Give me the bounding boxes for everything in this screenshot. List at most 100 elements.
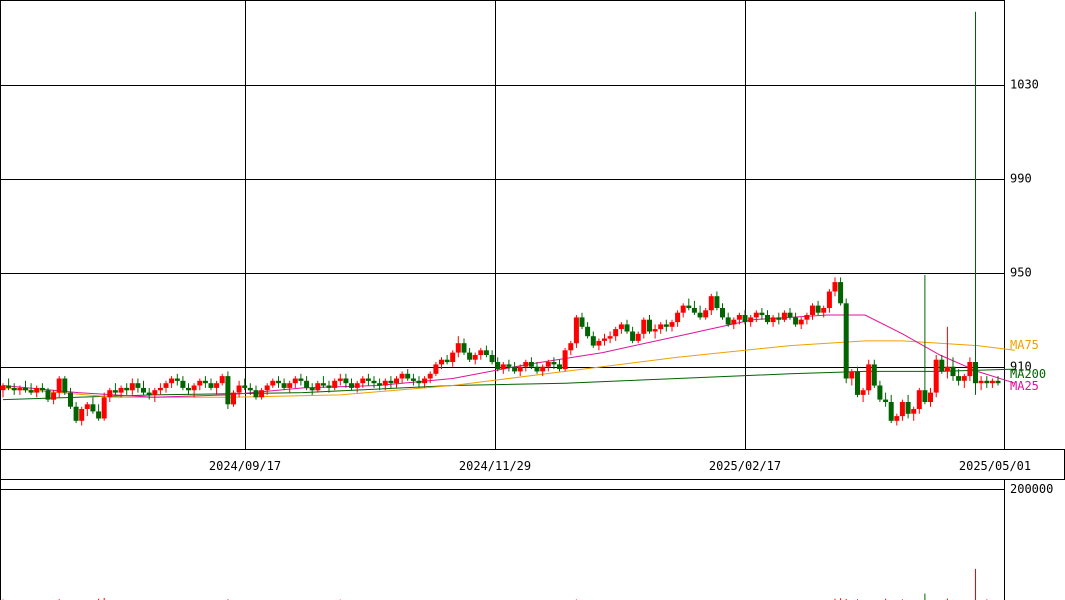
candle-body <box>815 305 821 313</box>
candle-body <box>978 380 984 384</box>
candle-body <box>562 350 568 370</box>
candle-body <box>365 378 371 381</box>
candle-body <box>489 355 495 363</box>
candle-body <box>163 383 169 388</box>
candle-body <box>197 380 203 386</box>
candle-body <box>793 317 799 325</box>
candle-body <box>725 317 731 325</box>
candle-body <box>585 326 591 337</box>
candle-body <box>680 305 686 313</box>
candle-body <box>281 383 287 388</box>
candle-body <box>675 312 681 323</box>
candle-body <box>422 378 428 384</box>
candle-body <box>23 387 28 391</box>
candle-body <box>349 383 354 388</box>
candle-body <box>427 373 433 379</box>
candle-body <box>236 385 242 393</box>
candle-body <box>939 359 945 372</box>
candle-body <box>354 383 360 388</box>
candle-body <box>613 329 619 337</box>
candle-body <box>371 380 377 384</box>
date-tick-label: 2025/02/17 <box>709 459 781 473</box>
candle-body <box>259 390 265 398</box>
candle-body <box>157 387 163 391</box>
candle-body <box>124 387 130 391</box>
candle-body <box>630 331 636 341</box>
candle-body <box>6 385 12 388</box>
ma25-line <box>2 314 1016 398</box>
candle-body <box>624 324 630 332</box>
candle-body <box>714 296 720 308</box>
candle-body <box>332 380 338 388</box>
candle-body <box>551 362 557 365</box>
candle-body <box>652 329 658 332</box>
candle-body <box>180 380 186 388</box>
candle-body <box>618 324 624 330</box>
candle-body <box>989 380 995 384</box>
candle-body <box>832 282 838 292</box>
candle-body <box>399 373 405 379</box>
candle-body <box>242 385 248 388</box>
candle-body <box>922 390 928 402</box>
candle-body <box>405 373 411 379</box>
candle-body <box>11 387 17 391</box>
candle-body <box>804 315 810 320</box>
candle-body <box>146 392 152 395</box>
candle-body <box>174 378 180 381</box>
candle-body <box>186 387 191 391</box>
candle-body <box>540 366 546 372</box>
candle-body <box>838 282 844 304</box>
candle-body <box>871 364 877 386</box>
candle-body <box>292 378 298 384</box>
candle-body <box>394 378 399 384</box>
candle-body <box>472 355 478 360</box>
candle-body <box>231 392 236 405</box>
candle-body <box>467 352 473 360</box>
candle-body <box>439 359 444 365</box>
candle-body <box>911 409 917 414</box>
candle-body <box>579 317 585 327</box>
candle-body <box>855 371 860 395</box>
candle-body <box>821 308 827 313</box>
candle-body <box>483 350 489 355</box>
candle-body <box>776 317 782 320</box>
candle-body <box>956 376 962 381</box>
candle-body <box>899 402 905 417</box>
candle-body <box>697 312 703 318</box>
price-panel-frame <box>0 0 1005 450</box>
candle-body <box>461 343 467 353</box>
candle-body <box>214 383 220 388</box>
candle-body <box>658 324 664 330</box>
candle-body <box>34 387 40 393</box>
candle-body <box>455 343 461 353</box>
date-tick-label: 2024/11/29 <box>459 459 531 473</box>
candle-body <box>320 383 326 386</box>
candle-body <box>152 390 158 395</box>
ma75-label: MA75 <box>1010 338 1039 352</box>
candle-body <box>219 376 225 384</box>
date-axis-band-frame <box>0 449 1065 480</box>
candle-body <box>916 390 922 409</box>
stock-chart: 1030990950910 MA75MA200MA25 2024/09/17 20… <box>0 0 1065 600</box>
candle-body <box>742 315 748 323</box>
price-grid <box>0 0 1004 449</box>
candle-body <box>135 383 141 388</box>
moving-average-lines <box>2 314 1016 401</box>
candle-body <box>995 380 1001 384</box>
candle-body <box>17 387 23 391</box>
candle-body <box>973 362 978 384</box>
candle-body <box>45 390 51 400</box>
candle-body <box>928 392 933 402</box>
candle-body <box>691 308 697 313</box>
candle-body <box>602 338 607 341</box>
candle-body <box>731 319 737 325</box>
candle-body <box>708 296 714 311</box>
candle-body <box>478 350 484 355</box>
candle-body <box>444 359 450 363</box>
candle-body <box>287 383 293 388</box>
candle-body <box>635 333 641 341</box>
date-axis-labels: 2024/09/17 2024/11/29 2025/02/17 2025/05/01 <box>209 459 1031 473</box>
candle-body <box>894 416 900 421</box>
volume-panel-frame <box>0 479 1005 600</box>
candle-body <box>51 392 57 400</box>
